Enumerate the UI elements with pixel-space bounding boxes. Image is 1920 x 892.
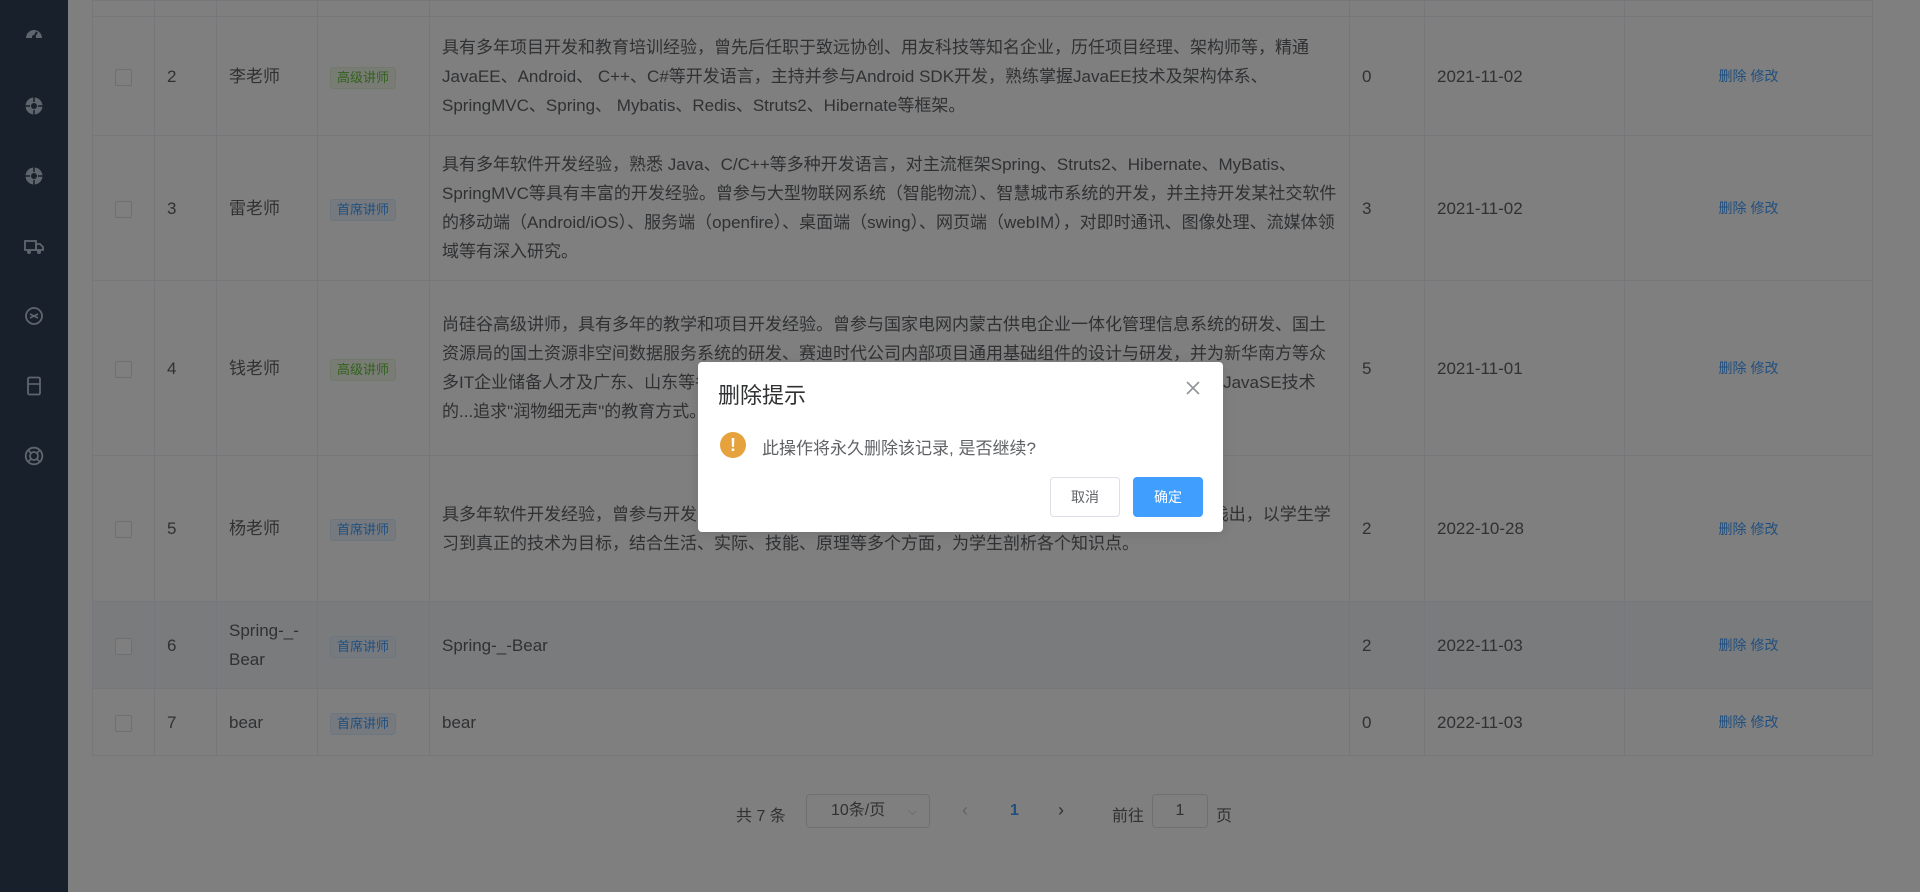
delete-confirm-dialog: 删除提示 ! 此操作将永久删除该记录, 是否继续? 取消 确定	[698, 362, 1223, 532]
dialog-message: 此操作将永久删除该记录, 是否继续?	[762, 439, 1036, 458]
cancel-button[interactable]: 取消	[1050, 477, 1120, 517]
warning-icon: !	[720, 432, 746, 458]
confirm-button[interactable]: 确定	[1133, 477, 1203, 517]
dialog-title: 删除提示	[718, 383, 807, 408]
close-icon[interactable]	[1185, 380, 1201, 396]
